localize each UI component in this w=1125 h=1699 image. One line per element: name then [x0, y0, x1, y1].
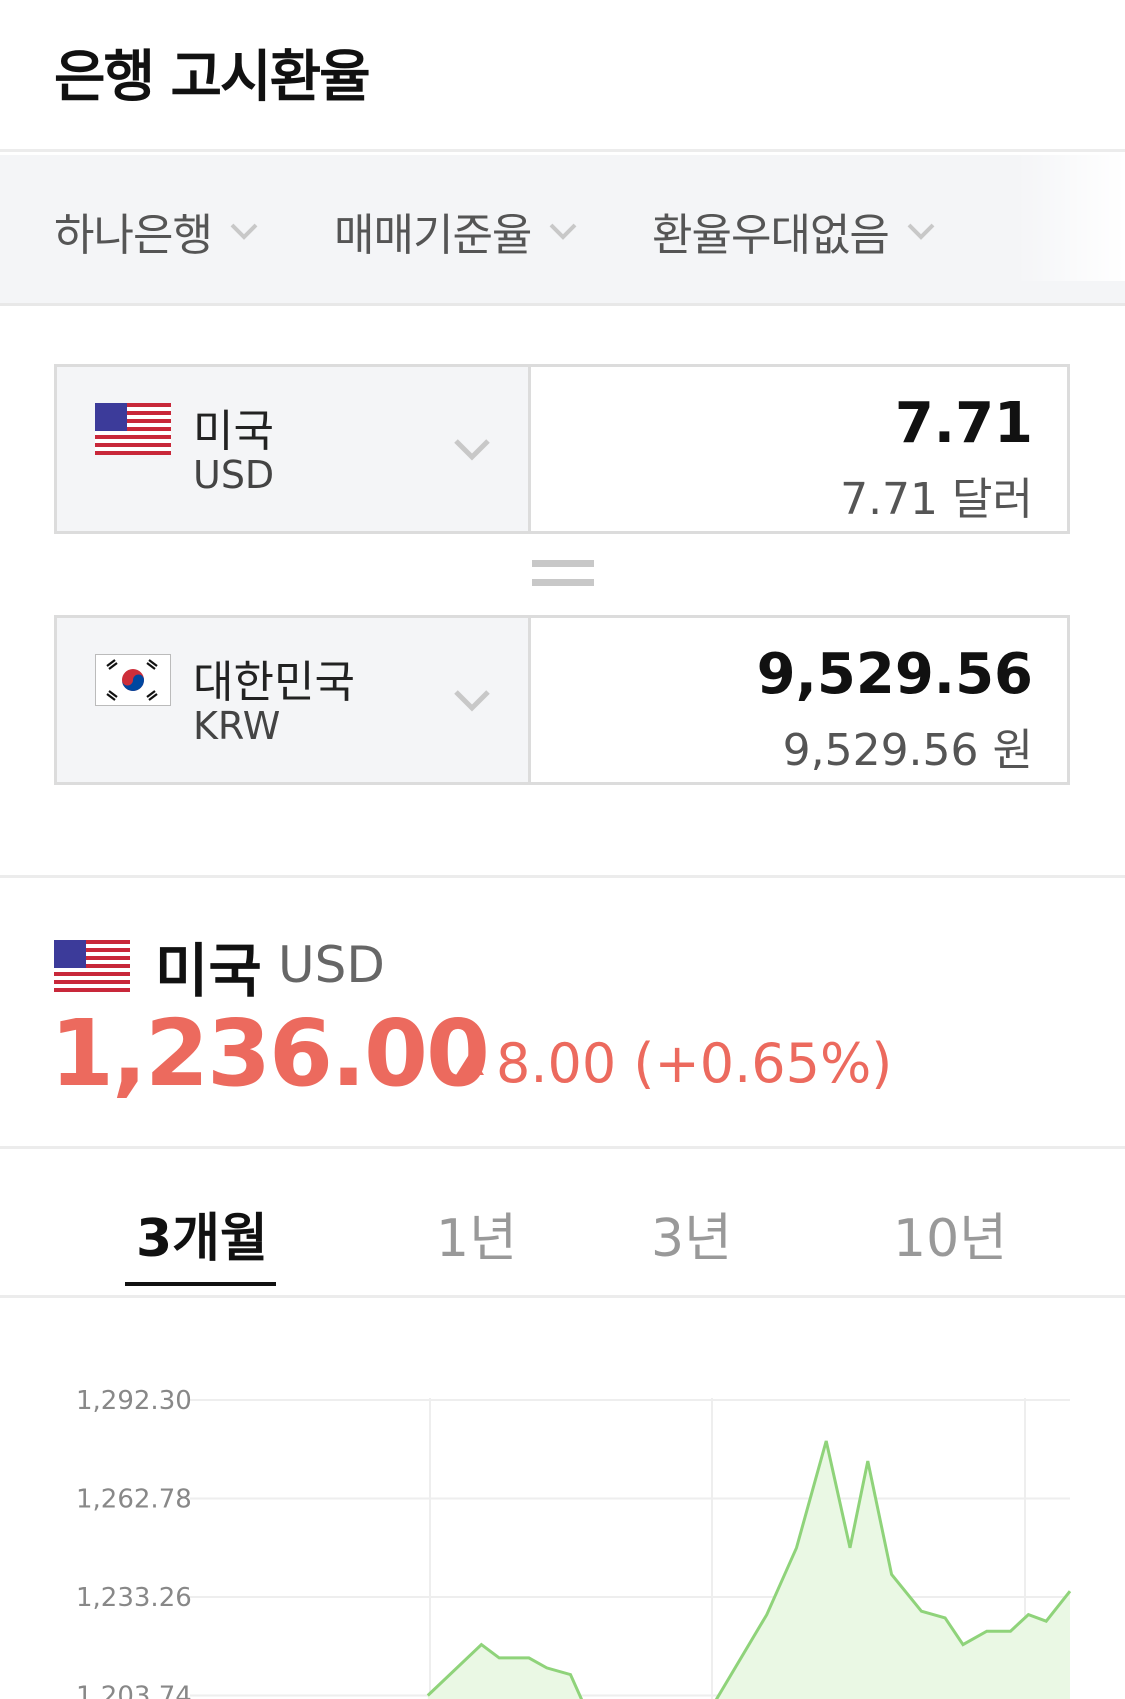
bank-filter-label: 하나은행 [54, 210, 213, 261]
from-amount-input[interactable]: 7.71 7.71 달러 [531, 367, 1067, 531]
bank-filter-dropdown[interactable]: 하나은행 [54, 199, 262, 263]
divider [0, 1146, 1125, 1149]
tab-10-years[interactable]: 10년 [893, 1196, 1007, 1271]
from-currency-row: 미국 USD 7.71 7.71 달러 [54, 364, 1070, 534]
y-tick-label: 1,203.74 [76, 1682, 192, 1699]
triangle-up-icon [456, 1052, 484, 1075]
summary-currency-code: USD [278, 936, 385, 994]
active-tab-indicator [125, 1282, 276, 1286]
tab-3-years[interactable]: 3년 [651, 1196, 732, 1271]
preference-filter-label: 환율우대없음 [652, 210, 890, 261]
kr-flag-icon [95, 654, 171, 706]
exchange-rate-chart: 1,292.30 1,262.78 1,233.26 1,203.74 [76, 1386, 1072, 1699]
us-flag-icon [95, 403, 171, 455]
from-currency-code: USD [193, 453, 275, 497]
to-currency-code: KRW [193, 704, 281, 748]
to-currency-name: 대한민국 [193, 657, 355, 708]
to-currency-select[interactable]: 대한민국 KRW [57, 618, 531, 782]
y-tick-label: 1,233.26 [76, 1583, 192, 1613]
rate-change-value: 8.00 (+0.65%) [496, 1032, 893, 1095]
preference-filter-dropdown[interactable]: 환율우대없음 [652, 199, 939, 263]
to-amount-input[interactable]: 9,529.56 9,529.56 원 [531, 618, 1067, 782]
rate-change: 8.00 (+0.65%) [456, 1032, 892, 1095]
chevron-down-icon [226, 213, 262, 249]
from-amount-text: 7.71 달러 [840, 474, 1033, 525]
rate-type-filter-label: 매매기준율 [334, 210, 532, 261]
chevron-down-icon [545, 213, 581, 249]
tab-1-year[interactable]: 1년 [436, 1196, 517, 1271]
filter-bar-fade [1015, 155, 1125, 281]
to-currency-row: 대한민국 KRW 9,529.56 9,529.56 원 [54, 615, 1070, 785]
from-currency-name: 미국 [193, 406, 274, 457]
current-rate: 1,236.00 [50, 1000, 490, 1107]
y-tick-label: 1,262.78 [76, 1485, 192, 1515]
equals-icon [532, 560, 594, 590]
rate-type-filter-dropdown[interactable]: 매매기준율 [334, 199, 581, 263]
tab-3-months[interactable]: 3개월 [136, 1196, 268, 1271]
chevron-down-icon [903, 213, 939, 249]
filter-bar: 하나은행 매매기준율 환율우대없음 [0, 155, 1125, 306]
rate-area-fill [427, 1441, 1070, 1699]
page-title: 은행 고시환율 [54, 45, 371, 110]
chevron-down-icon [454, 439, 490, 461]
y-tick-label: 1,292.30 [76, 1386, 192, 1416]
divider [0, 875, 1125, 878]
to-amount-value: 9,529.56 [756, 642, 1033, 707]
header: 은행 고시환율 [0, 0, 1125, 152]
from-currency-select[interactable]: 미국 USD [57, 367, 531, 531]
summary-currency-name: 미국 [155, 937, 262, 1005]
divider [0, 1295, 1125, 1298]
chevron-down-icon [454, 690, 490, 712]
to-amount-text: 9,529.56 원 [782, 725, 1033, 776]
us-flag-icon [54, 940, 130, 992]
y-axis-ticks: 1,292.30 1,262.78 1,233.26 1,203.74 [76, 1386, 192, 1699]
from-amount-value: 7.71 [894, 391, 1033, 456]
